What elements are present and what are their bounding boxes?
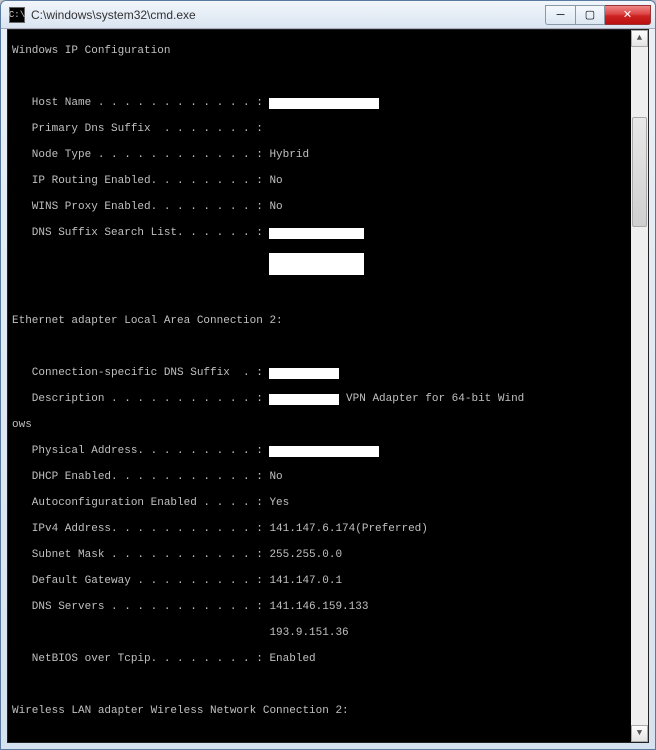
output-line: Wireless LAN adapter Wireless Network Co… [12, 705, 646, 718]
output-line: IPv4 Address. . . . . . . . . . . : 141.… [12, 523, 646, 536]
output-line: ows [12, 419, 646, 432]
output-line: DNS Servers . . . . . . . . . . . : 141.… [12, 601, 646, 614]
output-line: DNS Suffix Search List. . . . . . : [12, 227, 646, 240]
vertical-scrollbar[interactable]: ▲ ▼ [631, 30, 648, 742]
window-controls: ─ ▢ ✕ [545, 5, 651, 25]
output-line [12, 341, 646, 354]
output-line: Connection-specific DNS Suffix . : [12, 367, 646, 380]
output-line: NetBIOS over Tcpip. . . . . . . . : Enab… [12, 653, 646, 666]
output-line [12, 253, 646, 276]
cmd-icon: C:\ [9, 7, 25, 23]
output-line [12, 679, 646, 692]
redaction-block [269, 446, 379, 457]
output-line [12, 731, 646, 742]
scroll-track[interactable] [631, 47, 648, 725]
scroll-down-button[interactable]: ▼ [631, 725, 648, 742]
output-line: DHCP Enabled. . . . . . . . . . . : No [12, 471, 646, 484]
titlebar[interactable]: C:\ C:\windows\system32\cmd.exe ─ ▢ ✕ [1, 1, 655, 29]
output-line: IP Routing Enabled. . . . . . . . : No [12, 175, 646, 188]
redaction-block [269, 98, 379, 109]
scroll-up-button[interactable]: ▲ [631, 30, 648, 47]
terminal-client-area: Windows IP Configuration Host Name . . .… [7, 29, 649, 743]
window-title: C:\windows\system32\cmd.exe [31, 8, 545, 22]
terminal-output[interactable]: Windows IP Configuration Host Name . . .… [8, 30, 648, 742]
redaction-block [269, 253, 364, 275]
output-line: Ethernet adapter Local Area Connection 2… [12, 315, 646, 328]
output-line [12, 289, 646, 302]
output-line: Subnet Mask . . . . . . . . . . . : 255.… [12, 549, 646, 562]
cmd-window: C:\ C:\windows\system32\cmd.exe ─ ▢ ✕ Wi… [0, 0, 656, 750]
output-line: Description . . . . . . . . . . . : VPN … [12, 393, 646, 406]
output-line: Autoconfiguration Enabled . . . . : Yes [12, 497, 646, 510]
output-line: Windows IP Configuration [12, 45, 646, 58]
scroll-thumb[interactable] [632, 117, 647, 227]
minimize-button[interactable]: ─ [545, 5, 575, 25]
close-button[interactable]: ✕ [605, 5, 651, 25]
output-line: Node Type . . . . . . . . . . . . : Hybr… [12, 149, 646, 162]
output-line: WINS Proxy Enabled. . . . . . . . : No [12, 201, 646, 214]
redaction-block [269, 228, 364, 239]
output-line: Default Gateway . . . . . . . . . : 141.… [12, 575, 646, 588]
output-line: Host Name . . . . . . . . . . . . : [12, 97, 646, 110]
redaction-block [269, 394, 339, 405]
output-line [12, 71, 646, 84]
output-line: Physical Address. . . . . . . . . : [12, 445, 646, 458]
output-line: 193.9.151.36 [12, 627, 646, 640]
output-line: Primary Dns Suffix . . . . . . . : [12, 123, 646, 136]
redaction-block [269, 368, 339, 379]
maximize-button[interactable]: ▢ [575, 5, 605, 25]
